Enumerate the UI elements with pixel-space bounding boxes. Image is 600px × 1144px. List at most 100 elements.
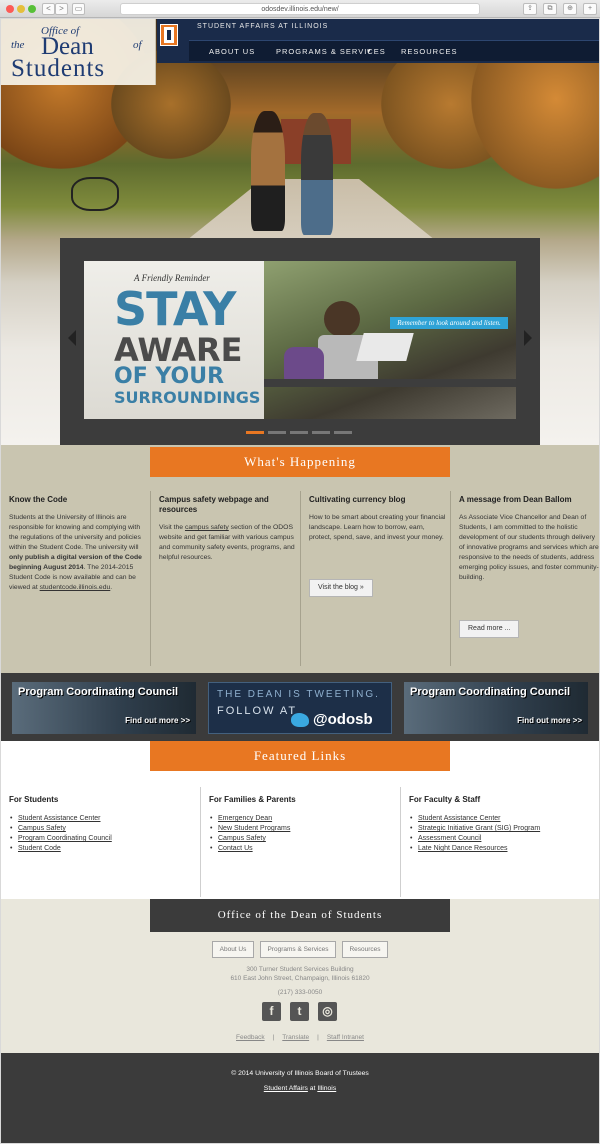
header-bar: STUDENT AFFAIRS AT ILLINOIS ABOUT US PRO… bbox=[157, 19, 599, 63]
slide-tagline: Remember to look around and listen. bbox=[390, 317, 508, 329]
footer-title: Office of the Dean of Students bbox=[150, 899, 450, 932]
twitter-icon[interactable]: t bbox=[290, 1002, 309, 1021]
news-dean-message: A message from Dean Ballom As Associate … bbox=[459, 495, 599, 665]
news-heading: Campus safety webpage and resources bbox=[159, 495, 269, 514]
bicycle bbox=[71, 177, 119, 211]
facebook-icon[interactable]: f bbox=[262, 1002, 281, 1021]
links-heading: For Families & Parents bbox=[209, 795, 296, 804]
feedback-link[interactable]: Feedback bbox=[236, 1034, 265, 1041]
student-figure-1 bbox=[251, 111, 285, 231]
web-page: Office of the Dean of Students STUDENT A… bbox=[1, 19, 599, 1143]
minimize-window-icon[interactable] bbox=[17, 5, 25, 13]
twitter-bird-icon bbox=[291, 713, 309, 727]
pcc-link: Find out more >> bbox=[125, 716, 190, 725]
downloads-icon[interactable]: ⊕ bbox=[563, 3, 577, 15]
news-heading: A message from Dean Ballom bbox=[459, 495, 572, 504]
instagram-icon[interactable]: ◎ bbox=[318, 1002, 337, 1021]
carousel-slide[interactable]: A Friendly Reminder STAY AWARE OF YOUR S… bbox=[84, 261, 516, 419]
carousel-dot-3[interactable] bbox=[290, 431, 308, 434]
pcc-promo-right[interactable]: Program Coordinating Council Find out mo… bbox=[404, 682, 588, 734]
featured-link[interactable]: Student Assistance Center bbox=[9, 814, 199, 824]
nav-resources[interactable]: RESOURCES bbox=[401, 41, 458, 62]
carousel-dot-4[interactable] bbox=[312, 431, 330, 434]
news-body: Visit the campus safety section of the O… bbox=[159, 524, 295, 561]
unit-name[interactable]: STUDENT AFFAIRS AT ILLINOIS bbox=[197, 23, 328, 30]
logo-the: the bbox=[11, 39, 25, 51]
carousel-prev-icon[interactable] bbox=[68, 330, 76, 346]
featured-link[interactable]: Program Coordinating Council bbox=[9, 834, 199, 844]
footer-programs-button[interactable]: Programs & Services bbox=[260, 941, 336, 958]
featured-link[interactable]: Emergency Dean bbox=[209, 814, 399, 824]
featured-link[interactable]: New Student Programs bbox=[209, 824, 399, 834]
featured-link[interactable]: Campus Safety bbox=[9, 824, 199, 834]
phone-number: (217) 333-0050 bbox=[277, 989, 323, 996]
student-figure-2 bbox=[301, 113, 333, 235]
new-tab-icon[interactable]: + bbox=[583, 3, 597, 15]
site-footer: Office of the Dean of Students About Us … bbox=[1, 899, 599, 1053]
slide-stay: STAY bbox=[114, 282, 236, 336]
featured-link[interactable]: Assessment Council bbox=[409, 834, 599, 844]
copyright-text: © 2014 University of Illinois Board of T… bbox=[231, 1070, 369, 1077]
sidebar-icon[interactable]: ▭ bbox=[72, 3, 85, 15]
laptop bbox=[356, 333, 414, 361]
bench bbox=[264, 379, 516, 387]
whats-happening-title: What's Happening bbox=[150, 447, 450, 477]
promo-bar: Program Coordinating Council Find out mo… bbox=[1, 673, 599, 741]
forward-button[interactable]: > bbox=[55, 3, 68, 15]
tweet-line-2: FOLLOW AT bbox=[217, 705, 298, 717]
address-line-2: 610 East John Street, Champaign, Illinoi… bbox=[230, 975, 370, 982]
studentcode-link[interactable]: studentcode.illinois.edu bbox=[40, 584, 111, 591]
pcc-link: Find out more >> bbox=[517, 716, 582, 725]
illinois-link[interactable]: Illinois bbox=[317, 1085, 336, 1092]
back-button[interactable]: < bbox=[42, 3, 55, 15]
featured-links-section: Featured Links For Students Student Assi… bbox=[1, 741, 599, 899]
tweet-line-1: THE DEAN IS TWEETING. bbox=[217, 689, 380, 700]
featured-link[interactable]: Contact Us bbox=[209, 844, 399, 854]
site-logo[interactable]: Office of the Dean of Students bbox=[1, 19, 156, 85]
featured-links-title: Featured Links bbox=[150, 741, 450, 771]
links-heading: For Students bbox=[9, 795, 59, 804]
slide-of-your: OF YOUR bbox=[114, 364, 225, 389]
campus-safety-link[interactable]: campus safety bbox=[185, 524, 229, 531]
tabs-icon[interactable]: ⧉ bbox=[543, 3, 557, 15]
carousel-next-icon[interactable] bbox=[524, 330, 532, 346]
logo-students: Students bbox=[11, 55, 106, 82]
footer-about-button[interactable]: About Us bbox=[212, 941, 254, 958]
featured-link[interactable]: Strategic Initiative Grant (SIG) Program bbox=[409, 824, 599, 834]
news-heading: Cultivating currency blog bbox=[309, 495, 406, 504]
address-bar[interactable]: odosdev.illinois.edu/new/ bbox=[120, 3, 480, 15]
carousel-dot-5[interactable] bbox=[334, 431, 352, 434]
column-divider bbox=[300, 491, 301, 666]
column-divider bbox=[450, 491, 451, 666]
pcc-title: Program Coordinating Council bbox=[18, 686, 179, 698]
carousel-dot-1[interactable] bbox=[246, 431, 264, 434]
news-heading: Know the Code bbox=[9, 495, 68, 504]
share-icon[interactable]: ⇪ bbox=[523, 3, 537, 15]
news-know-the-code: Know the Code Students at the University… bbox=[9, 495, 149, 665]
news-body: As Associate Vice Chancellor and Dean of… bbox=[459, 514, 599, 581]
featured-link[interactable]: Student Code bbox=[9, 844, 199, 854]
visit-blog-button[interactable]: Visit the blog » bbox=[309, 579, 373, 597]
illinois-block-i-icon[interactable] bbox=[160, 24, 178, 46]
featured-link[interactable]: Late Night Dance Resources bbox=[409, 844, 599, 854]
twitter-promo[interactable]: THE DEAN IS TWEETING. FOLLOW AT @odosb bbox=[208, 682, 392, 734]
footer-links: Feedback | Translate | Staff Intranet bbox=[236, 1034, 364, 1041]
student-affairs-link[interactable]: Student Affairs bbox=[264, 1085, 308, 1092]
nav-about-us[interactable]: ABOUT US bbox=[209, 41, 255, 62]
chevron-down-icon[interactable]: ▾ bbox=[367, 41, 372, 62]
slide-text-panel: A Friendly Reminder STAY AWARE OF YOUR S… bbox=[84, 261, 264, 419]
footer-resources-button[interactable]: Resources bbox=[342, 941, 388, 958]
featured-link[interactable]: Campus Safety bbox=[209, 834, 399, 844]
staff-intranet-link[interactable]: Staff Intranet bbox=[327, 1034, 364, 1041]
zoom-window-icon[interactable] bbox=[28, 5, 36, 13]
column-divider bbox=[150, 491, 151, 666]
featured-link[interactable]: Student Assistance Center bbox=[409, 814, 599, 824]
translate-link[interactable]: Translate bbox=[282, 1034, 309, 1041]
whats-happening-section: What's Happening Know the Code Students … bbox=[1, 445, 599, 673]
carousel-dot-2[interactable] bbox=[268, 431, 286, 434]
close-window-icon[interactable] bbox=[6, 5, 14, 13]
slide-aware: AWARE bbox=[114, 331, 243, 369]
links-for-students: For Students Student Assistance Center C… bbox=[9, 795, 199, 854]
read-more-button[interactable]: Read more ... bbox=[459, 620, 520, 638]
pcc-promo-left[interactable]: Program Coordinating Council Find out mo… bbox=[12, 682, 196, 734]
